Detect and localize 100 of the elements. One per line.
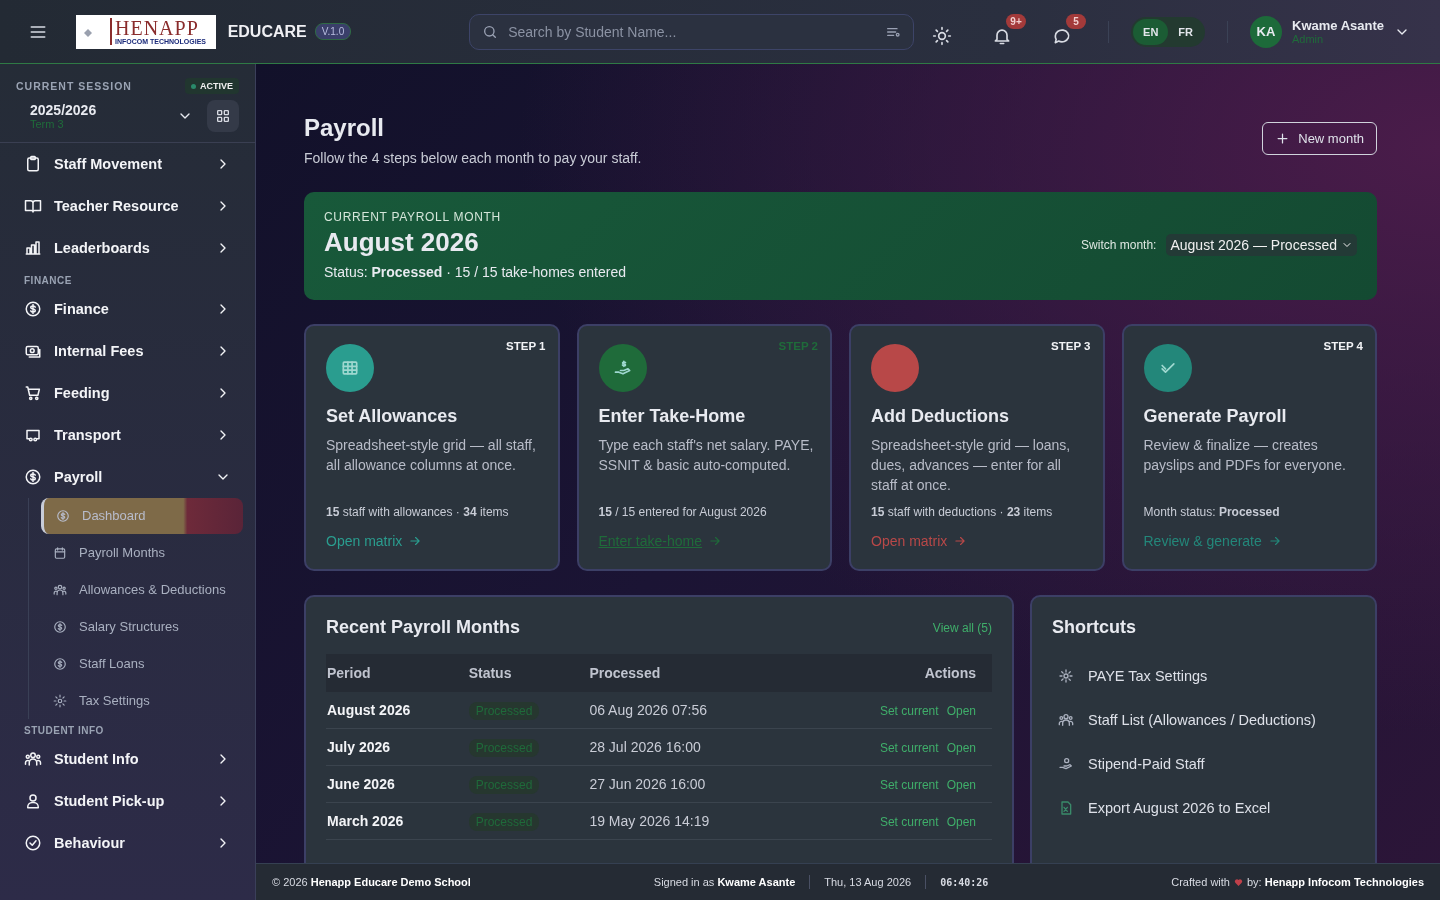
nav-item[interactable]: Leaderboards xyxy=(12,227,243,269)
nav-subitem[interactable]: Salary Structures xyxy=(41,609,243,645)
nav-item[interactable]: Teacher Resource xyxy=(12,185,243,227)
nav-item[interactable]: Internal Fees xyxy=(12,330,243,372)
calendar-icon xyxy=(53,546,67,560)
check-circle-icon xyxy=(24,834,42,852)
processed-cell: 19 May 2026 14:19 xyxy=(588,802,791,840)
search-field[interactable]: Search by Student Name... xyxy=(506,22,878,41)
book-icon xyxy=(24,197,42,215)
month-select[interactable]: August 2026 — Processed xyxy=(1166,234,1357,256)
plus-icon xyxy=(1275,131,1291,146)
people-icon xyxy=(53,583,67,597)
processed-cell: 27 Jun 2026 16:00 xyxy=(588,765,791,803)
section-heading: STUDENT INFO xyxy=(23,724,105,738)
date-text: Thu, 13 Aug 2026 xyxy=(824,876,912,888)
column-header: Period xyxy=(326,654,468,692)
nav-item[interactable]: Student Info xyxy=(12,738,243,780)
action-link[interactable]: Set current xyxy=(879,741,939,755)
spreadsheet-icon xyxy=(1058,800,1074,816)
action-link[interactable]: Set current xyxy=(879,704,939,718)
banner-label: CURRENT PAYROLL MONTH xyxy=(324,210,502,224)
processed-cell: 06 Aug 2026 07:56 xyxy=(588,692,791,729)
nav-item[interactable]: Student Pick-up xyxy=(12,780,243,822)
section-heading: FINANCE xyxy=(23,274,73,288)
messages-button[interactable]: 5 xyxy=(1048,13,1087,50)
month-status: Status: Processed · 15 / 15 take-homes entered xyxy=(324,264,626,280)
nav-item[interactable]: Transport xyxy=(12,414,243,456)
step-description: Spreadsheet-style grid — all staff, all allowance columns at once. xyxy=(326,436,537,475)
step-stats: 15 / 15 entered for August 2026 xyxy=(598,505,768,519)
nav-subitem[interactable]: Tax Settings xyxy=(41,683,243,719)
notification-count: 9+ xyxy=(1006,13,1027,29)
heart-icon xyxy=(1233,877,1243,887)
table-icon xyxy=(340,358,360,378)
cart-icon xyxy=(24,384,42,402)
page-title: Payroll xyxy=(304,114,386,142)
shortcut-link[interactable]: PAYE Tax Settings xyxy=(1052,654,1355,698)
period-cell: June 2026 xyxy=(326,765,468,803)
column-header: Processed xyxy=(588,654,791,692)
nav-item[interactable]: Finance xyxy=(12,288,243,330)
crafted-text: Crafted with xyxy=(1171,876,1230,888)
page-subtitle: Follow the 4 steps below each month to pay your staff. xyxy=(304,150,642,166)
credit-text: by: Henapp Infocom Technologies xyxy=(1246,876,1424,888)
shortcut-link[interactable]: Staff List (Allowances / Deductions) xyxy=(1052,698,1355,742)
signed-in-text: Signed in as Kwame Asante xyxy=(653,876,796,888)
version-badge: V.1.0 xyxy=(314,23,352,40)
nav-item[interactable]: Feeding xyxy=(12,372,243,414)
active-badge: ACTIVE xyxy=(185,78,239,94)
notifications-button[interactable]: 9+ xyxy=(988,13,1027,50)
people-icon xyxy=(1058,712,1074,728)
user-avatar[interactable]: KA xyxy=(1250,15,1282,48)
panel-title: Recent Payroll Months xyxy=(326,617,521,638)
current-month: August 2026 xyxy=(324,227,480,258)
search-bar[interactable]: Search by Student Name... xyxy=(469,13,915,50)
period-cell: August 2026 xyxy=(326,692,468,729)
step-title: Enter Take-Home xyxy=(598,406,747,427)
action-link[interactable]: Open xyxy=(946,815,976,829)
language-option[interactable]: EN xyxy=(1133,18,1169,45)
panel-title: Shortcuts xyxy=(1052,617,1136,638)
clock-text: 06:40:26 xyxy=(940,876,989,888)
step-stats: Month status: Processed xyxy=(1143,505,1281,519)
processed-cell: 28 Jul 2026 16:00 xyxy=(588,728,791,766)
message-count: 5 xyxy=(1066,13,1087,29)
action-link[interactable]: Open xyxy=(946,778,976,792)
nav-subitem[interactable]: Allowances & Deductions xyxy=(41,572,243,608)
step-description: Type each staff's net salary. PAYE, SSNIT & basic auto-computed. xyxy=(598,436,815,475)
search-icon xyxy=(482,23,499,40)
period-cell: July 2026 xyxy=(326,728,468,766)
nav-subitem[interactable]: Staff Loans xyxy=(41,646,243,682)
step-stats: 15 staff with deductions · 23 items xyxy=(871,505,1054,519)
nav-subitem[interactable]: Payroll Months xyxy=(41,535,243,571)
action-link[interactable]: Open xyxy=(946,741,976,755)
nav-item[interactable]: Staff Movement xyxy=(12,143,243,185)
bar-chart-icon xyxy=(24,239,42,257)
session-label: CURRENT SESSION xyxy=(16,80,132,92)
arrow-right-icon xyxy=(1267,534,1282,548)
people-icon xyxy=(24,750,42,768)
user-name: Kwame Asante xyxy=(1292,18,1384,33)
view-all-link[interactable]: View all (5) xyxy=(932,620,992,635)
action-link[interactable]: Set current xyxy=(879,815,939,829)
nav-item[interactable]: Behaviour xyxy=(12,822,243,864)
action-link[interactable]: Set current xyxy=(879,778,939,792)
new-month-button[interactable]: New month xyxy=(1262,122,1377,155)
step-title: Generate Payroll xyxy=(1143,406,1288,427)
shortcut-link[interactable]: Export August 2026 to Excel xyxy=(1052,786,1355,830)
apps-button[interactable] xyxy=(207,100,239,132)
arrow-right-icon xyxy=(408,534,423,548)
dollar-icon xyxy=(53,620,67,634)
clipboard-icon xyxy=(24,155,42,173)
step-title: Add Deductions xyxy=(871,406,1010,427)
action-link[interactable]: Open xyxy=(946,704,976,718)
app-name: EDUCARE xyxy=(227,22,307,41)
session-selector[interactable]: 2025/2026 Term 3 xyxy=(24,101,207,131)
dollar-icon xyxy=(24,300,42,318)
step-label: STEP 4 xyxy=(1323,340,1363,352)
column-header: Status xyxy=(467,654,589,692)
step-description: Review & finalize — creates payslips and PDFs for everyone. xyxy=(1143,436,1347,475)
nav-item[interactable]: Payroll xyxy=(12,456,243,498)
shortcut-link[interactable]: Stipend-Paid Staff xyxy=(1052,742,1355,786)
language-option[interactable]: FR xyxy=(1168,18,1203,45)
step-link[interactable]: Open matrix xyxy=(326,533,423,549)
